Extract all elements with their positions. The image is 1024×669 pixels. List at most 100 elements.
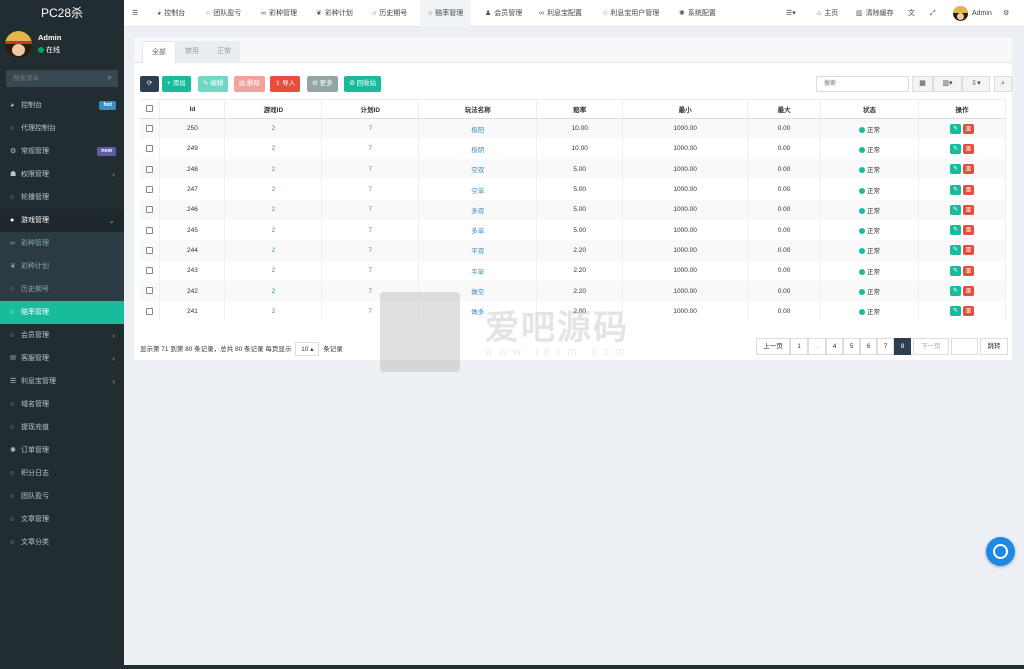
cell-game-id[interactable]: 2 <box>272 308 276 315</box>
sidebar-item-permissions[interactable]: ☗ 权限管理 ‹ <box>0 163 124 186</box>
import-button[interactable]: ⇪ 导入 <box>270 76 301 92</box>
table-row[interactable]: 243 2 7 平单 2.20 1000.00 0.00 正常 ✎ ▥ <box>140 260 1006 281</box>
delete-row-button[interactable]: ▥ <box>963 143 974 154</box>
tab-normal[interactable]: 正常 <box>208 41 240 63</box>
sidebar-item-team-pnl[interactable]: ○ 团队盈亏 <box>0 485 124 508</box>
row-checkbox[interactable] <box>146 125 154 133</box>
cell-game-id[interactable]: 2 <box>272 288 276 295</box>
sidebar-item-support[interactable]: ✉ 客服管理 ‹ <box>0 347 124 370</box>
row-checkbox[interactable] <box>146 267 154 275</box>
col-status[interactable]: 状态 <box>820 99 919 119</box>
cell-plan-id[interactable]: 7 <box>369 227 373 234</box>
edit-row-button[interactable]: ✎ <box>950 306 961 317</box>
sidebar-item-withdraw[interactable]: ○ 提现充值 <box>0 416 124 439</box>
status-badge[interactable]: 正常 <box>820 280 919 302</box>
app-logo[interactable]: PC28杀 <box>0 0 124 27</box>
tab-lottery-types[interactable]: ∞ 彩种管理 <box>261 0 297 27</box>
cell-plan-id[interactable]: 7 <box>369 206 373 213</box>
sidebar-item-interest[interactable]: ☰ 利息宝管理 ‹ <box>0 370 124 393</box>
home-link[interactable]: ⌂ 主页 <box>817 0 838 27</box>
tabs-dropdown-button[interactable]: ☰▾ <box>786 0 796 27</box>
status-badge[interactable]: 正常 <box>820 199 919 220</box>
tab-interest-users[interactable]: ○ 利息宝用户管理 <box>603 0 659 27</box>
recycle-bin-button[interactable]: ♻ 回收站 <box>344 76 382 92</box>
tab-members[interactable]: ♟ 会员管理 <box>485 0 522 27</box>
table-row[interactable]: 245 2 7 多单 5.00 1000.00 0.00 正常 ✎ ▥ <box>140 219 1006 241</box>
page-6[interactable]: 6 <box>860 338 877 355</box>
sidebar-item-orders[interactable]: ✺ 订单管理 <box>0 439 124 462</box>
cell-play-name[interactable]: 多双 <box>471 208 484 215</box>
cell-game-id[interactable]: 2 <box>272 125 276 132</box>
cell-play-name[interactable]: 空单 <box>471 188 484 195</box>
edit-row-button[interactable]: ✎ <box>950 225 961 236</box>
delete-row-button[interactable]: ▥ <box>963 184 974 195</box>
jump-page-input[interactable] <box>951 338 978 355</box>
sidebar-item-lottery-types[interactable]: ∞ 彩种管理 <box>0 232 124 255</box>
row-checkbox[interactable] <box>146 287 154 295</box>
delete-button[interactable]: ▥ 删除 <box>234 76 265 92</box>
status-badge[interactable]: 正常 <box>820 240 919 261</box>
prev-page-button[interactable]: 上一页 <box>756 338 790 355</box>
sidebar-item-carousel[interactable]: ○ 轮播管理 <box>0 186 124 209</box>
cell-plan-id[interactable]: 7 <box>369 247 373 254</box>
tab-dashboard[interactable]: ◕ 控制台 <box>157 0 185 27</box>
cell-play-name[interactable]: 空双 <box>471 167 484 174</box>
delete-row-button[interactable]: ▥ <box>963 245 974 256</box>
search-icon[interactable]: ⌕ <box>108 73 112 83</box>
cell-play-name[interactable]: 极阴 <box>471 147 484 154</box>
tab-history-issues[interactable]: ○ 历史期号 <box>372 0 407 27</box>
chat-support-button[interactable] <box>986 537 1015 566</box>
cell-game-id[interactable]: 2 <box>272 166 276 173</box>
edit-row-button[interactable]: ✎ <box>950 204 961 215</box>
table-row[interactable]: 247 2 7 空单 5.00 1000.00 0.00 正常 ✎ ▥ <box>140 179 1006 200</box>
columns-dropdown-button[interactable]: ▥▾ <box>933 76 962 92</box>
cell-game-id[interactable]: 2 <box>272 186 276 193</box>
row-checkbox[interactable] <box>146 185 154 193</box>
status-badge[interactable]: 正常 <box>820 159 919 180</box>
sidebar-item-general[interactable]: ⚙ 常规管理 new <box>0 140 124 163</box>
status-badge[interactable]: 正常 <box>820 118 919 139</box>
cell-game-id[interactable]: 2 <box>272 247 276 254</box>
col-min[interactable]: 最小 <box>622 99 749 119</box>
cell-plan-id[interactable]: 7 <box>369 145 373 152</box>
cell-play-name[interactable]: 极阳 <box>471 127 484 134</box>
sidebar-item-points-log[interactable]: ○ 积分日志 <box>0 462 124 485</box>
cell-game-id[interactable]: 2 <box>272 267 276 274</box>
page-1[interactable]: 1 <box>790 338 808 355</box>
table-row[interactable]: 246 2 7 多双 5.00 1000.00 0.00 正常 ✎ ▥ <box>140 199 1006 220</box>
sidebar-item-lottery-plans[interactable]: ❦ 彩种计划 <box>0 255 124 278</box>
sidebar-item-domains[interactable]: ○ 域名管理 <box>0 393 124 416</box>
row-checkbox[interactable] <box>146 206 154 214</box>
next-page-button[interactable]: 下一页 <box>913 338 949 355</box>
delete-row-button[interactable]: ▥ <box>963 164 974 175</box>
table-row[interactable]: 241 2 7 做多 2.00 1000.00 0.00 正常 ✎ ▥ <box>140 301 1006 322</box>
edit-button[interactable]: ✎ 编辑 <box>198 76 229 92</box>
status-badge[interactable]: 正常 <box>820 260 919 281</box>
delete-row-button[interactable]: ▥ <box>963 204 974 215</box>
col-play-name[interactable]: 玩法名称 <box>418 99 538 119</box>
admin-menu[interactable]: Admin <box>953 0 992 27</box>
sidebar-item-articles[interactable]: ○ 文章管理 <box>0 508 124 531</box>
page-4[interactable]: 4 <box>826 338 843 355</box>
sidebar-item-history-issues[interactable]: ○ 历史期号 <box>0 278 124 301</box>
cell-plan-id[interactable]: 7 <box>369 166 373 173</box>
delete-row-button[interactable]: ▥ <box>963 265 974 276</box>
row-checkbox[interactable] <box>146 165 154 173</box>
cell-play-name[interactable]: 做空 <box>471 289 484 296</box>
tab-disabled[interactable]: 禁用 <box>176 41 208 63</box>
translate-icon[interactable]: 文 <box>908 0 915 27</box>
table-search-input[interactable] <box>816 76 909 92</box>
cell-plan-id[interactable]: 7 <box>369 288 373 295</box>
tab-interest-config[interactable]: ∞ 利息宝配置 <box>539 0 582 27</box>
page-8-current[interactable]: 8 <box>894 338 911 355</box>
col-game-id[interactable]: 游戏ID <box>224 99 323 119</box>
settings-gear-icon[interactable]: ⚙ <box>1003 0 1009 27</box>
row-checkbox[interactable] <box>146 246 154 254</box>
cell-plan-id[interactable]: 7 <box>369 308 373 315</box>
tab-odds[interactable]: ○ 赔率管理 <box>420 0 472 27</box>
status-badge[interactable]: 正常 <box>820 301 919 322</box>
table-row[interactable]: 248 2 7 空双 5.00 1000.00 0.00 正常 ✎ ▥ <box>140 159 1006 180</box>
fullscreen-icon[interactable]: ⤢ <box>930 0 936 27</box>
table-row[interactable]: 250 2 7 极阳 10.00 1000.00 0.00 正常 ✎ ▥ <box>140 118 1006 139</box>
tab-all[interactable]: 全部 <box>142 41 176 63</box>
